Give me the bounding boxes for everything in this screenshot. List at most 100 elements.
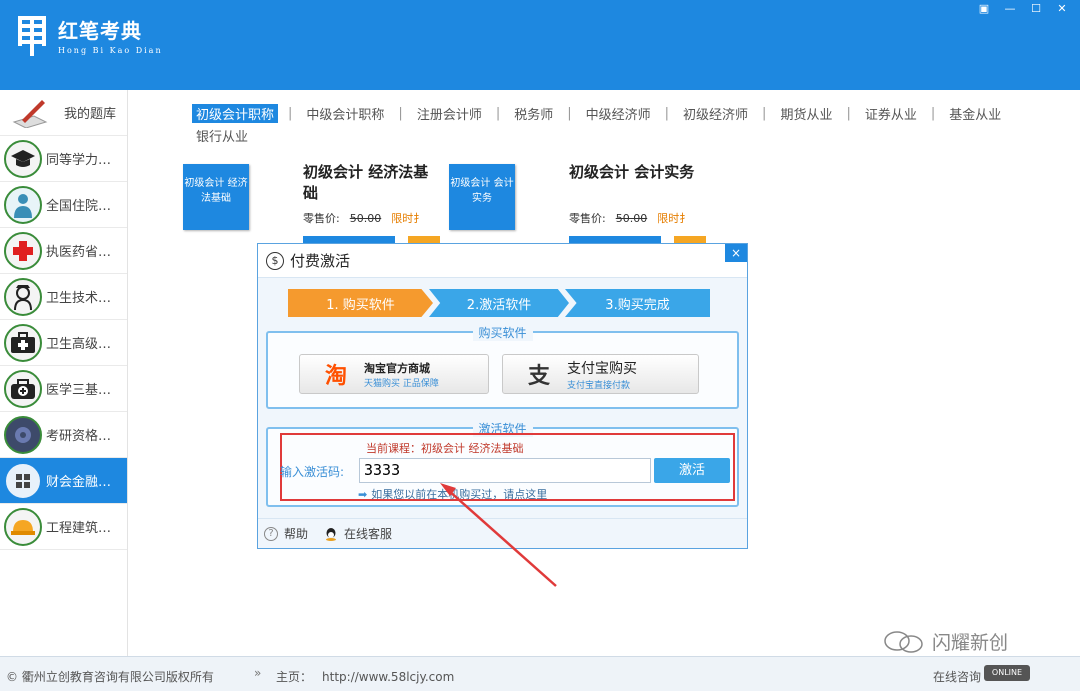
nurse-icon	[4, 277, 42, 316]
old-price: 50.00	[615, 212, 648, 225]
sidebar-item-label: 卫生高级…	[46, 337, 112, 352]
product-cover[interactable]: 初级会计 经济法基础	[183, 164, 249, 230]
gear-icon	[4, 415, 42, 454]
medical-bag-icon	[4, 369, 42, 408]
sidebar: 我的题库 同等学力… 全国住院… 执医药省… 卫生技术… 卫生高级… 医学三基……	[0, 90, 128, 656]
sidebar-item-postgrad[interactable]: 考研资格…	[0, 412, 127, 458]
app-logo: 红笔考典 Hong Bi Kao Dian	[14, 12, 163, 58]
step-complete: 3.购买完成	[565, 289, 710, 317]
sidebar-item-label: 执医药省…	[46, 245, 112, 260]
sidebar-item-health-tech[interactable]: 卫生技术…	[0, 274, 127, 320]
window-controls: ▣ — ☐ ✕	[974, 2, 1072, 16]
app-name-en: Hong Bi Kao Dian	[58, 46, 163, 55]
homepage: 主页： http://www.58lcjy.com	[276, 668, 454, 685]
product-cover[interactable]: 初级会计 会计实务	[449, 164, 515, 230]
step-indicator: 1. 购买软件 2.激活软件 3.购买完成	[288, 289, 710, 317]
status-bar: © 衢州立创教育咨询有限公司版权所有 » 主页： http://www.58lcj…	[0, 656, 1080, 691]
first-aid-kit-icon	[4, 323, 42, 362]
taobao-icon: 淘	[324, 364, 347, 389]
arrow-right-icon: ➡	[358, 488, 368, 501]
sidebar-item-my-bank[interactable]: 我的题库	[0, 90, 127, 136]
online-consult-link[interactable]: 在线咨询	[933, 668, 981, 685]
sidebar-item-label: 财会金融…	[46, 475, 112, 490]
activation-code-input[interactable]: 3333	[359, 458, 651, 483]
red-cross-icon	[4, 231, 42, 270]
hard-hat-icon	[4, 507, 42, 546]
watermark: 闪耀新创	[882, 628, 1008, 655]
taobao-buy-button[interactable]: 淘 淘宝官方商城 天猫购买 正品保障	[299, 354, 489, 394]
step-activate: 2.激活软件	[429, 289, 569, 317]
homepage-label: 主页：	[276, 670, 313, 684]
taobao-title: 淘宝官方商城	[364, 361, 430, 375]
price-tag: 限时扌	[391, 212, 425, 225]
sidebar-item-finance[interactable]: 财会金融…	[0, 458, 127, 504]
sidebar-item-engineering[interactable]: 工程建筑…	[0, 504, 127, 550]
activate-button[interactable]: 激活	[654, 458, 730, 483]
sidebar-item-equivalent[interactable]: 同等学力…	[0, 136, 127, 182]
category-tabs: 初级会计职称 | 中级会计职称 | 注册会计师 | 税务师 | 中级经济师 | …	[192, 102, 1052, 146]
copyright-text: © 衢州立创教育咨询有限公司版权所有	[6, 670, 214, 684]
maximize-icon[interactable]: ☐	[1026, 2, 1046, 16]
tab-banking[interactable]: 银行从业	[192, 126, 252, 145]
app-header: 红笔考典 Hong Bi Kao Dian ▣ — ☐ ✕	[0, 0, 1080, 90]
step-buy: 1. 购买软件	[288, 289, 433, 317]
price-tag: 限时扌	[657, 212, 691, 225]
tab-securities[interactable]: 证券从业	[861, 104, 921, 123]
restore-purchase-link[interactable]: ➡ 如果您以前在本机购买过，请点这里	[358, 486, 547, 502]
price-label: 零售价:	[303, 212, 340, 225]
product-title[interactable]: 初级会计 经济法基础	[303, 162, 433, 204]
sidebar-item-health-senior[interactable]: 卫生高级…	[0, 320, 127, 366]
wechat-icon	[884, 630, 923, 653]
alipay-buy-button[interactable]: 支 支付宝购买 支付宝直接付款	[502, 354, 699, 394]
dollar-icon: $	[266, 251, 284, 270]
footer-separator: »	[254, 666, 262, 680]
taobao-subtitle: 天猫购买 正品保障	[364, 378, 439, 389]
sidebar-item-medical-basics[interactable]: 医学三基…	[0, 366, 127, 412]
code-label: 输入激活码:	[280, 465, 345, 479]
sidebar-item-label: 全国住院…	[46, 199, 112, 214]
price-label: 零售价:	[569, 212, 606, 225]
product-price: 零售价: 50.00 限时扌	[303, 210, 424, 226]
tab-futures[interactable]: 期货从业	[776, 104, 836, 123]
restore-icon[interactable]: ▣	[974, 2, 994, 16]
tab-tax-agent[interactable]: 税务师	[510, 104, 557, 123]
tab-cpa[interactable]: 注册会计师	[413, 104, 486, 123]
buy-section: 购买软件 淘 淘宝官方商城 天猫购买 正品保障 支 支付宝购买 支付宝直接付款	[266, 324, 739, 409]
current-course: 当前课程：初级会计 经济法基础	[366, 442, 524, 455]
tab-junior-accounting[interactable]: 初级会计职称	[192, 103, 279, 123]
doctor-icon	[4, 185, 42, 224]
sidebar-item-label: 考研资格…	[46, 429, 112, 444]
close-icon[interactable]: ✕	[1052, 2, 1072, 16]
product-title[interactable]: 初级会计 会计实务	[569, 162, 699, 183]
online-badge[interactable]: ONLINE	[984, 665, 1030, 681]
minimize-icon[interactable]: —	[1000, 2, 1020, 16]
app-name: 红笔考典	[58, 19, 142, 43]
dialog-title: 付费激活	[290, 252, 351, 270]
tab-funds[interactable]: 基金从业	[945, 104, 1005, 123]
sidebar-item-label: 我的题库	[64, 107, 117, 122]
tab-intermediate-accounting[interactable]: 中级会计职称	[302, 104, 388, 123]
graduation-cap-icon	[4, 139, 42, 178]
restore-purchase-text: 如果您以前在本机购买过，请点这里	[371, 488, 548, 501]
homepage-link[interactable]: http://www.58lcjy.com	[322, 670, 454, 684]
alipay-icon: 支	[527, 364, 550, 389]
help-link[interactable]: 帮助	[284, 525, 308, 542]
watermark-text: 闪耀新创	[932, 632, 1009, 654]
sidebar-item-pharmacist[interactable]: 执医药省…	[0, 228, 127, 274]
sidebar-item-label: 同等学力…	[46, 153, 112, 168]
sidebar-item-label: 卫生技术…	[46, 291, 112, 306]
dialog-title-bar: $ 付费激活	[258, 244, 747, 278]
tab-intermediate-economist[interactable]: 中级经济师	[582, 104, 655, 123]
sidebar-item-resident[interactable]: 全国住院…	[0, 182, 127, 228]
old-price: 50.00	[349, 212, 382, 225]
qq-icon	[326, 527, 337, 541]
tab-junior-economist[interactable]: 初级经济师	[679, 104, 752, 123]
product-price: 零售价: 50.00 限时扌	[569, 210, 690, 226]
dialog-close-button[interactable]: ×	[725, 244, 747, 262]
dialog-footer: ? 帮助 在线客服	[258, 518, 747, 548]
buy-section-legend: 购买软件	[472, 324, 533, 341]
online-service-link[interactable]: 在线客服	[344, 525, 392, 542]
payment-activation-dialog: $ 付费激活 × 1. 购买软件 2.激活软件 3.购买完成 购买软件 淘 淘宝…	[257, 243, 748, 549]
pen-paper-icon	[12, 99, 48, 128]
sidebar-item-label: 医学三基…	[46, 383, 112, 398]
